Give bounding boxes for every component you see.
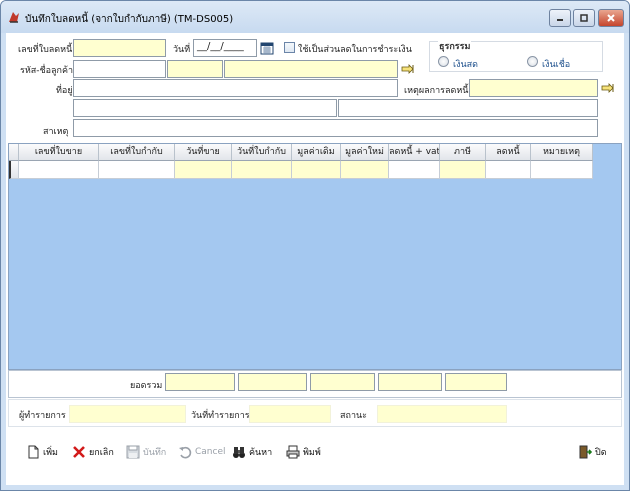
add-button[interactable]: เพิ่ม	[26, 444, 58, 460]
doc-no-label: เลขที่ใบลดหนี้	[18, 45, 73, 55]
minimize-button[interactable]	[549, 9, 571, 27]
total-vat-field	[378, 373, 442, 391]
reason-label: เหตุผลการลดหนี้	[404, 86, 469, 96]
items-grid[interactable]: เลขที่ใบขาย เลขที่ใบกำกับ วันที่ขาย วันท…	[8, 143, 622, 370]
column-header[interactable]: ลดหนี้ + vat	[389, 144, 440, 161]
doc-no-field[interactable]	[73, 39, 166, 57]
delete-x-icon	[73, 446, 85, 458]
status-label: สถานะ	[340, 411, 367, 421]
status-field	[377, 405, 507, 423]
row-selector[interactable]	[9, 161, 19, 179]
grid-cell[interactable]	[99, 161, 175, 179]
grid-cell[interactable]	[341, 161, 389, 179]
total-new-value-field	[238, 373, 307, 391]
grid-header: เลขที่ใบขาย เลขที่ใบกำกับ วันที่ขาย วันท…	[9, 144, 593, 161]
column-header[interactable]: ภาษี	[440, 144, 486, 161]
grid-cell[interactable]	[531, 161, 593, 179]
column-header[interactable]: เลขที่ใบขาย	[19, 144, 99, 161]
transaction-label: ธุรกรรม	[438, 39, 472, 53]
transaction-group: ธุรกรรม เงินสด เงินเชื่อ	[429, 39, 603, 72]
total-credit-vat-field	[310, 373, 375, 391]
customer-code-field[interactable]	[73, 60, 166, 78]
grid-cell[interactable]	[292, 161, 341, 179]
grid-cell[interactable]	[19, 161, 99, 179]
column-header[interactable]: ลดหนี้	[486, 144, 531, 161]
entry-date-field	[249, 405, 331, 423]
column-header[interactable]: วันที่ขาย	[175, 144, 232, 161]
maximize-button[interactable]	[573, 9, 595, 27]
grid-cell[interactable]	[232, 161, 292, 179]
undo-icon	[179, 446, 192, 459]
close-icon	[607, 14, 615, 22]
address-label: ที่อยู่	[56, 86, 73, 96]
customer-label: รหัส-ชื่อลูกค้า	[20, 66, 74, 76]
print-button-label: พิมพ์	[303, 448, 321, 458]
date-field[interactable]: __/__/____	[193, 39, 257, 57]
grid-cell[interactable]	[440, 161, 486, 179]
customer-lookup-icon[interactable]	[401, 62, 415, 76]
maximize-icon	[580, 14, 588, 22]
floppy-disk-icon	[126, 445, 140, 459]
credit-radio[interactable]	[527, 56, 538, 67]
cancel-document-label: ยกเลิก	[89, 448, 114, 458]
address-line3-field[interactable]	[338, 99, 598, 117]
cause-label: สาเหตุ	[43, 127, 69, 137]
total-old-value-field	[165, 373, 235, 391]
address-line1-field[interactable]	[73, 79, 398, 97]
search-button[interactable]: ค้นหา	[232, 444, 272, 460]
add-button-label: เพิ่ม	[43, 448, 58, 458]
app-icon	[9, 12, 19, 23]
discount-checkbox-label: ใช้เป็นส่วนลดในการชำระเงิน	[298, 45, 412, 55]
search-button-label: ค้นหา	[249, 448, 273, 458]
exit-door-icon	[579, 445, 592, 459]
table-row[interactable]	[9, 161, 593, 179]
save-button[interactable]: บันทึก	[126, 444, 166, 460]
grid-cell[interactable]	[175, 161, 232, 179]
reason-field[interactable]	[469, 79, 598, 97]
grid-cell[interactable]	[389, 161, 440, 179]
minimize-icon	[557, 19, 563, 21]
cash-radio-label: เงินสด	[453, 60, 478, 70]
reason-lookup-icon[interactable]	[601, 81, 615, 95]
window-title: บันทึกใบลดหนี้ (จากใบกำกับภาษี) (TM-DS00…	[25, 14, 234, 25]
total-credit-field	[445, 373, 507, 391]
save-button-label: บันทึก	[143, 448, 167, 458]
address-line2-field[interactable]	[73, 99, 337, 117]
close-window-button[interactable]	[598, 9, 624, 27]
column-header[interactable]: มูลค่าเดิม	[292, 144, 341, 161]
grid-cell[interactable]	[486, 161, 531, 179]
cancel-button-label: Cancel	[195, 447, 226, 457]
user-label: ผู้ทำรายการ	[19, 411, 66, 421]
title-bar[interactable]: บันทึกใบลดหนี้ (จากใบกำกับภาษี) (TM-DS00…	[1, 1, 629, 33]
customer-branch-field[interactable]	[167, 60, 223, 78]
column-header[interactable]: หมายเหตุ	[531, 144, 593, 161]
user-field	[69, 405, 186, 423]
column-header[interactable]: วันที่ใบกำกับ	[232, 144, 292, 161]
print-button[interactable]: พิมพ์	[286, 444, 321, 460]
close-button-label: ปิด	[595, 448, 607, 458]
new-document-icon	[28, 445, 39, 459]
close-button[interactable]: ปิด	[578, 444, 607, 460]
entry-date-label: วันที่ทำรายการ	[191, 411, 250, 421]
date-label: วันที่	[173, 45, 191, 55]
cancel-document-button[interactable]: ยกเลิก	[72, 444, 114, 460]
customer-name-field[interactable]	[224, 60, 398, 78]
column-header[interactable]: เลขที่ใบกำกับ	[99, 144, 175, 161]
column-header[interactable]: มูลค่าใหม่	[341, 144, 389, 161]
form-area: เลขที่ใบลดหนี้ วันที่ __/__/____ ใช้เป็น…	[6, 33, 624, 485]
credit-radio-label: เงินเชื่อ	[542, 60, 571, 70]
binoculars-icon	[233, 447, 245, 458]
calendar-icon[interactable]	[260, 41, 274, 55]
discount-checkbox[interactable]	[284, 42, 295, 53]
totals-label: ยอดรวม	[130, 381, 163, 391]
cause-field[interactable]	[73, 119, 598, 137]
printer-icon	[286, 445, 300, 459]
cancel-button[interactable]: Cancel	[178, 444, 226, 460]
cash-radio[interactable]	[438, 56, 449, 67]
grid-row-selector-header	[9, 144, 19, 161]
main-window: บันทึกใบลดหนี้ (จากใบกำกับภาษี) (TM-DS00…	[0, 0, 630, 491]
